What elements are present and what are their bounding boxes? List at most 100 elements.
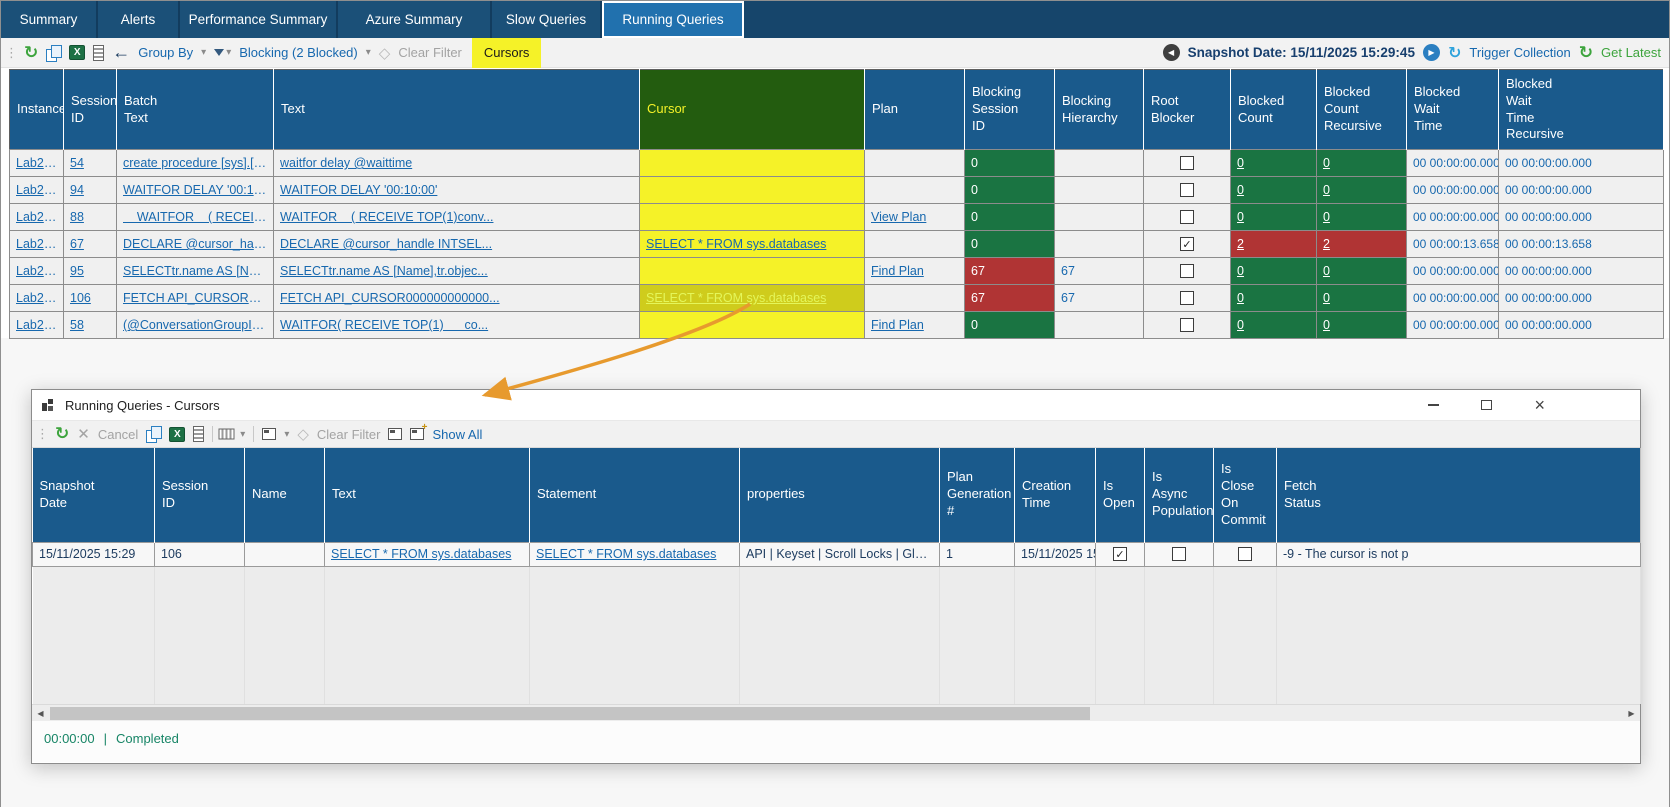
- text-link[interactable]: waitfor delay @waittime: [280, 156, 633, 170]
- next-snapshot-button[interactable]: ▶: [1423, 44, 1440, 61]
- minimize-button[interactable]: [1428, 404, 1439, 406]
- blocked-count-recursive-link[interactable]: 0: [1323, 210, 1330, 224]
- tab-azure-summary[interactable]: Azure Summary: [338, 1, 492, 38]
- blocked-count-recursive-link[interactable]: 0: [1323, 183, 1330, 197]
- col-header-statement[interactable]: Statement: [530, 448, 740, 542]
- col-header-name[interactable]: Name: [245, 448, 325, 542]
- blocked-count-link[interactable]: 0: [1237, 291, 1244, 305]
- blocked-count-recursive-link[interactable]: 0: [1323, 291, 1330, 305]
- group-by-dropdown-icon[interactable]: ▾: [201, 47, 206, 58]
- blocked-count-link[interactable]: 2: [1237, 237, 1244, 251]
- get-latest-button[interactable]: Get Latest: [1601, 45, 1661, 60]
- batch-text-link[interactable]: (@ConversationGroupID UNIQUEI...: [123, 318, 267, 332]
- session-id-link[interactable]: 94: [70, 183, 84, 197]
- tab-performance-summary[interactable]: Performance Summary: [180, 1, 338, 38]
- copy-icon[interactable]: [146, 426, 161, 442]
- blocked-count-recursive-link[interactable]: 0: [1323, 264, 1330, 278]
- collapse-window-icon[interactable]: [388, 428, 402, 440]
- scroll-left-icon[interactable]: ◀: [32, 705, 49, 722]
- blocked-count-recursive-link[interactable]: 2: [1323, 237, 1330, 251]
- col-header-snapshot-date[interactable]: Snapshot Date: [33, 448, 155, 542]
- clear-filter-icon[interactable]: ◇: [297, 425, 309, 443]
- find-plan-link[interactable]: Find Plan: [871, 264, 924, 278]
- text-link[interactable]: SELECT * FROM sys.databases: [331, 547, 523, 561]
- col-header-instance[interactable]: Instance: [10, 70, 64, 150]
- blocked-count-link[interactable]: 0: [1237, 318, 1244, 332]
- refresh-icon[interactable]: ↻: [24, 43, 38, 63]
- find-plan-link[interactable]: Find Plan: [871, 318, 924, 332]
- col-header-batch-text[interactable]: Batch Text: [117, 70, 274, 150]
- column-chooser-icon[interactable]: [193, 426, 204, 442]
- previous-snapshot-button[interactable]: ◀: [1163, 44, 1180, 61]
- tab-summary[interactable]: Summary: [1, 1, 98, 38]
- view-plan-link[interactable]: View Plan: [871, 210, 926, 224]
- new-window-icon[interactable]: [410, 428, 424, 440]
- col-header-text[interactable]: Text: [274, 70, 640, 150]
- instance-link[interactable]: Lab2022: [16, 291, 57, 305]
- clear-filter-button[interactable]: Clear Filter: [317, 427, 381, 442]
- blocked-count-recursive-link[interactable]: 0: [1323, 318, 1330, 332]
- text-link[interactable]: WAITFOR ( RECEIVE TOP(1)conv...: [280, 210, 633, 224]
- copy-icon[interactable]: [46, 45, 61, 61]
- blocked-count-recursive-link[interactable]: 0: [1323, 156, 1330, 170]
- text-link[interactable]: DECLARE @cursor_handle INTSEL...: [280, 237, 633, 251]
- trigger-collection-button[interactable]: Trigger Collection: [1469, 45, 1570, 60]
- col-header-blocked-count[interactable]: Blocked Count: [1231, 70, 1317, 150]
- show-all-button[interactable]: Show All: [432, 427, 482, 442]
- scrollbar-thumb[interactable]: [50, 707, 1090, 720]
- is-close-on-commit-checkbox[interactable]: [1238, 547, 1252, 561]
- col-header-blocked-count-recursive[interactable]: Blocked Count Recursive: [1317, 70, 1407, 150]
- instance-link[interactable]: Lab2022: [16, 237, 57, 251]
- text-link[interactable]: WAITFOR( RECEIVE TOP(1) co...: [280, 318, 633, 332]
- refresh-icon[interactable]: ↻: [55, 424, 69, 444]
- cancel-x-icon[interactable]: ✕: [77, 425, 90, 443]
- session-id-link[interactable]: 95: [70, 264, 84, 278]
- col-header-session-id[interactable]: Session ID: [155, 448, 245, 542]
- blocked-count-link[interactable]: 0: [1237, 210, 1244, 224]
- batch-text-link[interactable]: WAITFOR ( RECEIVE TOP(1)co...: [123, 210, 267, 224]
- instance-link[interactable]: Lab2022: [16, 183, 57, 197]
- col-header-creation-time[interactable]: Creation Time: [1015, 448, 1096, 542]
- blocked-count-link[interactable]: 0: [1237, 183, 1244, 197]
- instance-link[interactable]: Lab2022: [16, 264, 57, 278]
- blocked-count-link[interactable]: 0: [1237, 264, 1244, 278]
- session-id-link[interactable]: 67: [70, 237, 84, 251]
- col-header-fetch-status[interactable]: Fetch Status: [1277, 448, 1641, 542]
- horizontal-scrollbar[interactable]: ◀ ▶: [32, 704, 1640, 721]
- instance-link[interactable]: Lab2022: [16, 156, 57, 170]
- scroll-right-icon[interactable]: ▶: [1623, 705, 1640, 722]
- root-blocker-checkbox[interactable]: [1180, 210, 1194, 224]
- session-id-link[interactable]: 58: [70, 318, 84, 332]
- col-header-blocking-hierarchy[interactable]: Blocking Hierarchy: [1055, 70, 1144, 150]
- col-header-blocking-session-id[interactable]: Blocking Session ID: [965, 70, 1055, 150]
- col-header-blocked-wait-time-recursive[interactable]: Blocked Wait Time Recursive: [1499, 70, 1664, 150]
- batch-text-link[interactable]: SELECTtr.name AS [Name],tr.objec...: [123, 264, 267, 278]
- layout-icon[interactable]: [219, 429, 235, 440]
- col-header-root-blocker[interactable]: Root Blocker: [1144, 70, 1231, 150]
- col-header-cursor[interactable]: Cursor: [640, 70, 865, 150]
- col-header-plan[interactable]: Plan: [865, 70, 965, 150]
- blocking-filter-dropdown-icon[interactable]: ▾: [366, 47, 371, 58]
- field-chooser-dropdown-icon[interactable]: ▾: [284, 429, 289, 440]
- session-id-link[interactable]: 106: [70, 291, 91, 305]
- root-blocker-checkbox[interactable]: [1180, 183, 1194, 197]
- col-header-is-close-on-commit[interactable]: Is Close On Commit: [1214, 448, 1277, 542]
- close-button[interactable]: ×: [1534, 396, 1545, 414]
- batch-text-link[interactable]: DECLARE @cursor_handle INTSEL...: [123, 237, 267, 251]
- blocking-filter-button[interactable]: Blocking (2 Blocked): [239, 45, 358, 60]
- batch-text-link[interactable]: WAITFOR DELAY '00:10:00': [123, 183, 267, 197]
- layout-dropdown-icon[interactable]: ▾: [240, 429, 245, 440]
- blocked-count-link[interactable]: 0: [1237, 156, 1244, 170]
- cursors-highlight-label[interactable]: Cursors: [472, 38, 542, 68]
- root-blocker-checkbox[interactable]: [1180, 237, 1194, 251]
- root-blocker-checkbox[interactable]: [1180, 318, 1194, 332]
- cursor-link[interactable]: SELECT * FROM sys.databases: [646, 237, 858, 251]
- trigger-collection-icon[interactable]: ↻: [1448, 43, 1461, 63]
- group-by-button[interactable]: Group By: [138, 45, 193, 60]
- statement-link[interactable]: SELECT * FROM sys.databases: [536, 547, 733, 561]
- session-id-link[interactable]: 88: [70, 210, 84, 224]
- popup-title-bar[interactable]: Running Queries - Cursors ×: [32, 390, 1640, 420]
- col-header-plan-generation[interactable]: Plan Generation #: [940, 448, 1015, 542]
- col-header-is-async-population[interactable]: Is Async Population: [1145, 448, 1214, 542]
- instance-link[interactable]: Lab2022: [16, 210, 57, 224]
